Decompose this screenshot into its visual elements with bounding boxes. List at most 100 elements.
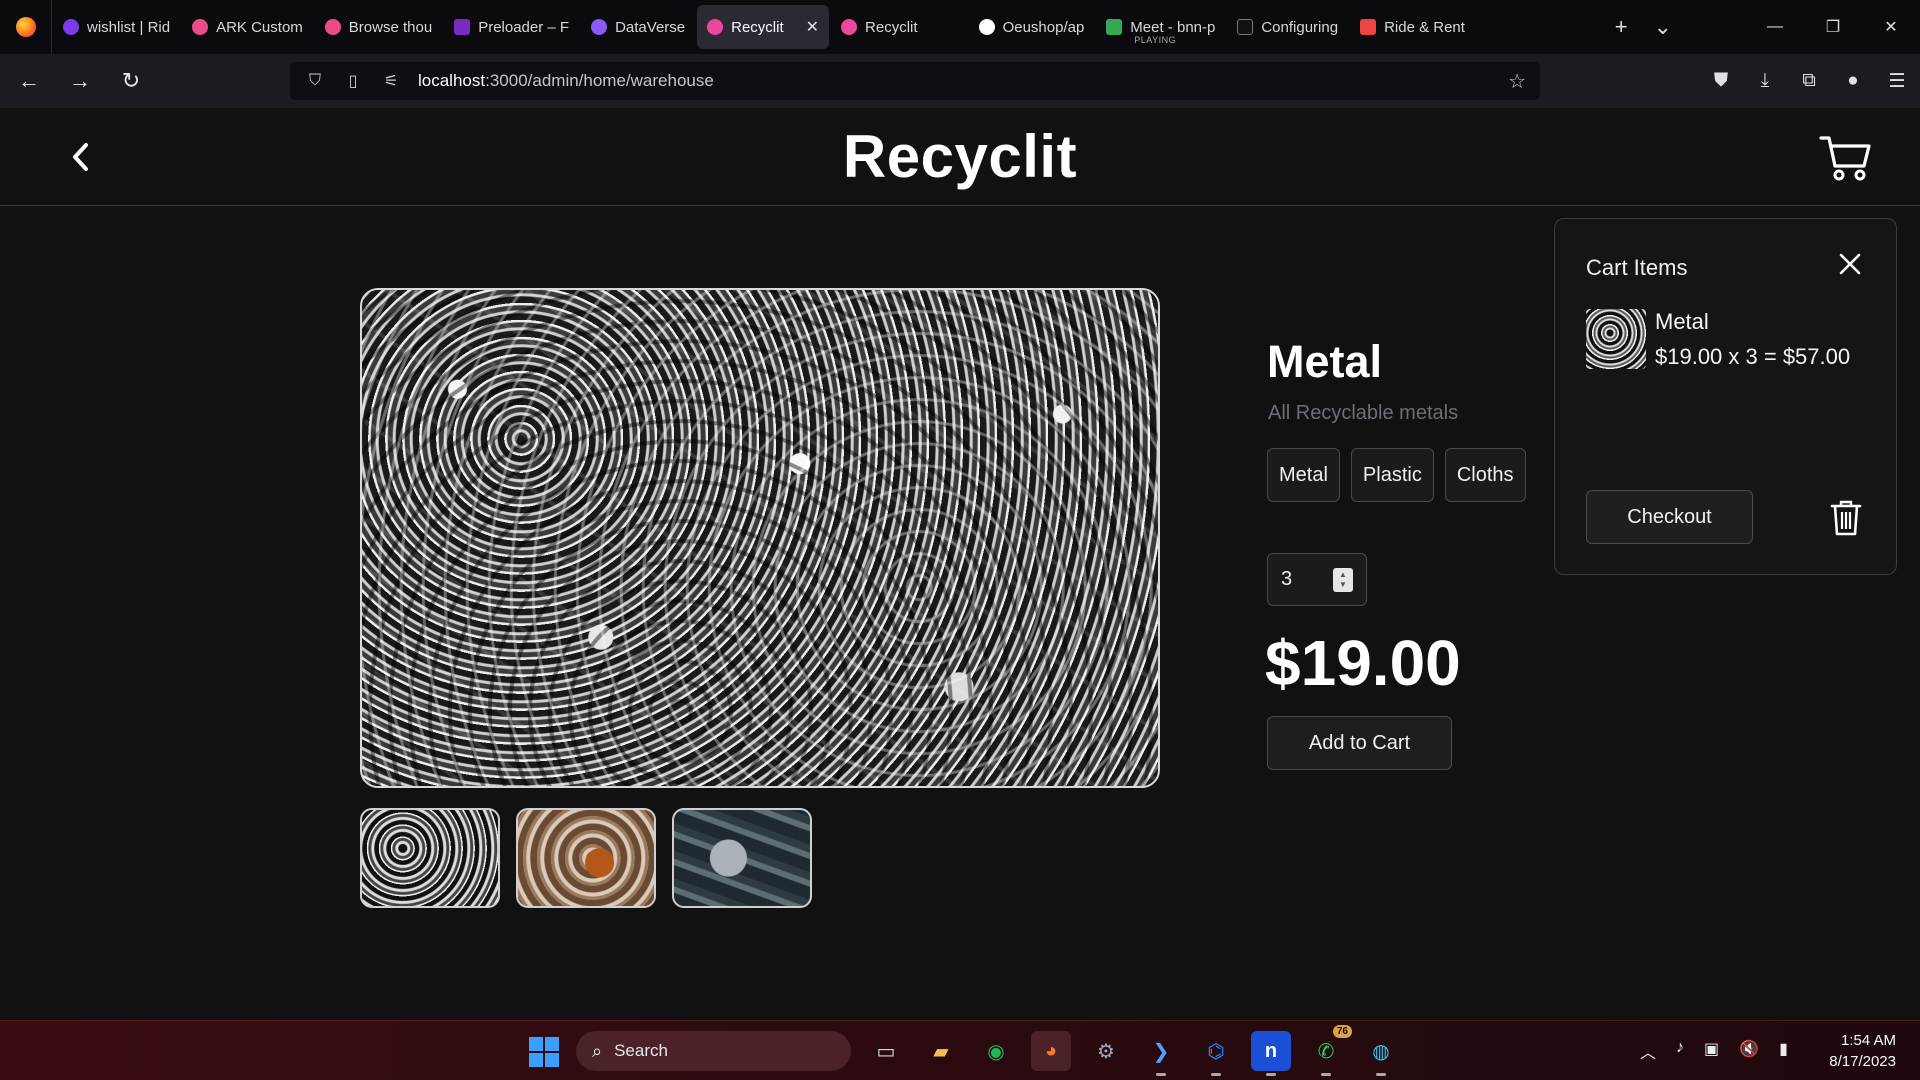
forward-arrow-icon[interactable]: → (58, 63, 102, 99)
canva-icon[interactable]: ◍ (1361, 1031, 1401, 1076)
quantity-spinner-icon[interactable]: ▲ ▼ (1333, 568, 1353, 592)
tab-title: Configuring (1261, 18, 1339, 36)
windows-start-icon[interactable] (529, 1037, 559, 1067)
cart-item-thumbnail (1586, 309, 1646, 369)
extension-bug-icon[interactable]: ● (1838, 62, 1868, 100)
product-main-image (360, 288, 1160, 788)
url-host: localhost (418, 71, 486, 90)
taskbar-search[interactable]: ⌕ Search (576, 1031, 851, 1071)
task-view-icon[interactable]: ▭ (866, 1031, 906, 1071)
clock-date: 8/17/2023 (1829, 1053, 1896, 1070)
add-to-cart-button[interactable]: Add to Cart (1267, 716, 1452, 770)
checkout-button[interactable]: Checkout (1586, 490, 1753, 544)
tab-meet[interactable]: Meet - bnn-p PLAYING (1096, 5, 1225, 49)
product-title: Metal (1267, 336, 1383, 387)
category-metal-button[interactable]: Metal (1267, 448, 1340, 502)
minimize-icon[interactable]: — (1746, 18, 1804, 36)
close-tab-icon[interactable]: ✕ (806, 17, 819, 37)
app-brand-title: Recyclit (842, 123, 1078, 190)
windows-taskbar: ⌕ Search ▭ ▰ ◉ ◕ ⚙ ❯ ⌬ n ✆ 76 ◍ ︿ ♪ ▣ 🔇 ▮… (0, 1020, 1920, 1080)
tab-list-chevron-down-icon[interactable]: ⌄ (1654, 14, 1672, 40)
quantity-stepper[interactable]: 3 ▲ ▼ (1267, 553, 1367, 606)
page-icon[interactable]: ▯ (340, 71, 366, 91)
spotify-icon[interactable]: ◉ (976, 1031, 1016, 1071)
powershell-icon[interactable]: ❯ (1141, 1031, 1181, 1076)
shield-icon[interactable]: ⛉ (302, 72, 328, 90)
taskbar-clock[interactable]: 1:54 AM 8/17/2023 (1829, 1030, 1896, 1072)
tab-favicon-icon (63, 19, 79, 35)
back-arrow-icon[interactable]: ← (7, 63, 51, 99)
microphone-icon[interactable]: ♪ (1676, 1039, 1684, 1063)
category-buttons: Metal Plastic Cloths (1267, 448, 1526, 502)
tab-github[interactable]: Oeushop/ap (969, 5, 1095, 49)
network-icon[interactable]: ▣ (1704, 1039, 1719, 1063)
tab-recyclit-active[interactable]: Recyclit ✕ (697, 5, 830, 49)
new-tab-icon[interactable]: + (1615, 14, 1628, 40)
recyclit-favicon-icon (841, 19, 858, 35)
tab-configuring[interactable]: Configuring (1227, 5, 1348, 49)
extensions-icon[interactable]: ⧉ (1794, 62, 1824, 100)
tab-title: Preloader – F (478, 18, 570, 36)
settings-gear-icon[interactable]: ⚙ (1086, 1031, 1126, 1071)
taskbar-search-label: Search (614, 1041, 668, 1060)
tab-dataverse[interactable]: DataVerse (581, 5, 695, 49)
url-text[interactable]: localhost:3000/admin/home/warehouse (418, 71, 714, 91)
browser-navbar: ← → ↻ ⛉ ▯ ⚟ localhost:3000/admin/home/wa… (0, 54, 1920, 108)
reload-icon[interactable]: ↻ (109, 63, 153, 99)
google-meet-icon (1106, 19, 1123, 35)
restore-icon[interactable]: ❐ (1804, 17, 1862, 37)
thumbnail-scrap-metal[interactable] (516, 808, 656, 908)
dataverse-icon (591, 19, 608, 35)
address-bar[interactable]: ⛉ ▯ ⚟ localhost:3000/admin/home/warehous… (290, 62, 1540, 100)
github-icon (978, 19, 995, 35)
browser-tabstrip: wishlist | Rid ARK Custom Browse thou Pr… (0, 0, 1920, 54)
file-explorer-icon[interactable]: ▰ (921, 1031, 961, 1071)
ride-rent-icon (1360, 19, 1377, 35)
menu-hamburger-icon[interactable]: ☰ (1882, 62, 1912, 100)
battery-icon[interactable]: ▮ (1779, 1039, 1788, 1063)
cart-item-total: $19.00 x 3 = $57.00 (1655, 344, 1851, 369)
tab-preloader[interactable]: Preloader – F (444, 5, 579, 49)
tab-title: Browse thou (348, 18, 433, 36)
trash-icon[interactable] (1830, 499, 1862, 537)
firefox-icon[interactable] (0, 0, 52, 54)
quantity-value[interactable]: 3 (1281, 568, 1331, 591)
firefox-taskbar-icon[interactable]: ◕ (1031, 1031, 1071, 1071)
notion-n-icon[interactable]: n (1251, 1031, 1291, 1076)
close-icon[interactable] (1839, 253, 1861, 275)
category-cloths-button[interactable]: Cloths (1444, 448, 1526, 502)
tab-wishlist[interactable]: wishlist | Rid (53, 5, 180, 49)
cart-heading: Cart Items (1586, 255, 1688, 280)
url-path: :3000/admin/home/warehouse (485, 71, 714, 90)
recyclit-favicon-icon (707, 19, 724, 35)
whatsapp-icon[interactable]: ✆ 76 (1306, 1025, 1352, 1076)
volume-muted-icon[interactable]: 🔇 (1739, 1039, 1759, 1063)
bookmark-star-icon[interactable]: ☆ (1508, 69, 1526, 94)
download-icon[interactable]: ⤓ (1750, 62, 1780, 100)
cart-icon[interactable] (1818, 130, 1874, 186)
cart-panel: Cart Items Metal $19.00 x 3 = $57.00 Che… (1554, 218, 1897, 575)
tab-title: Recyclit (865, 18, 918, 36)
cart-item-name: Metal (1655, 309, 1709, 334)
tab-title: DataVerse (615, 18, 686, 36)
search-icon: ⌕ (592, 1040, 603, 1061)
framer-icon (454, 19, 471, 35)
pocket-icon[interactable]: ⛊ (1706, 62, 1736, 100)
tab-title: Ride & Rent (1384, 18, 1465, 36)
permissions-icon[interactable]: ⚟ (378, 71, 404, 91)
tab-recyclit[interactable]: Recyclit (831, 5, 928, 49)
tab-ride-rent[interactable]: Ride & Rent (1350, 5, 1475, 49)
tab-ark-custom[interactable]: ARK Custom (182, 5, 313, 49)
tab-title: Recyclit (731, 18, 784, 36)
tab-browse[interactable]: Browse thou (315, 5, 442, 49)
thumbnail-metal-shavings[interactable] (360, 808, 500, 908)
chevron-up-icon[interactable]: ︿ (1640, 1039, 1656, 1063)
tab-title: Meet - bnn-p (1130, 18, 1216, 36)
thumbnail-machine-parts[interactable] (672, 808, 812, 908)
window-close-icon[interactable]: ✕ (1862, 17, 1920, 37)
dribbble-icon (192, 19, 209, 35)
whatsapp-badge: 76 (1332, 1025, 1352, 1038)
product-subtitle: All Recyclable metals (1268, 402, 1459, 424)
vscode-icon[interactable]: ⌬ (1196, 1031, 1236, 1076)
category-plastic-button[interactable]: Plastic (1350, 448, 1434, 502)
